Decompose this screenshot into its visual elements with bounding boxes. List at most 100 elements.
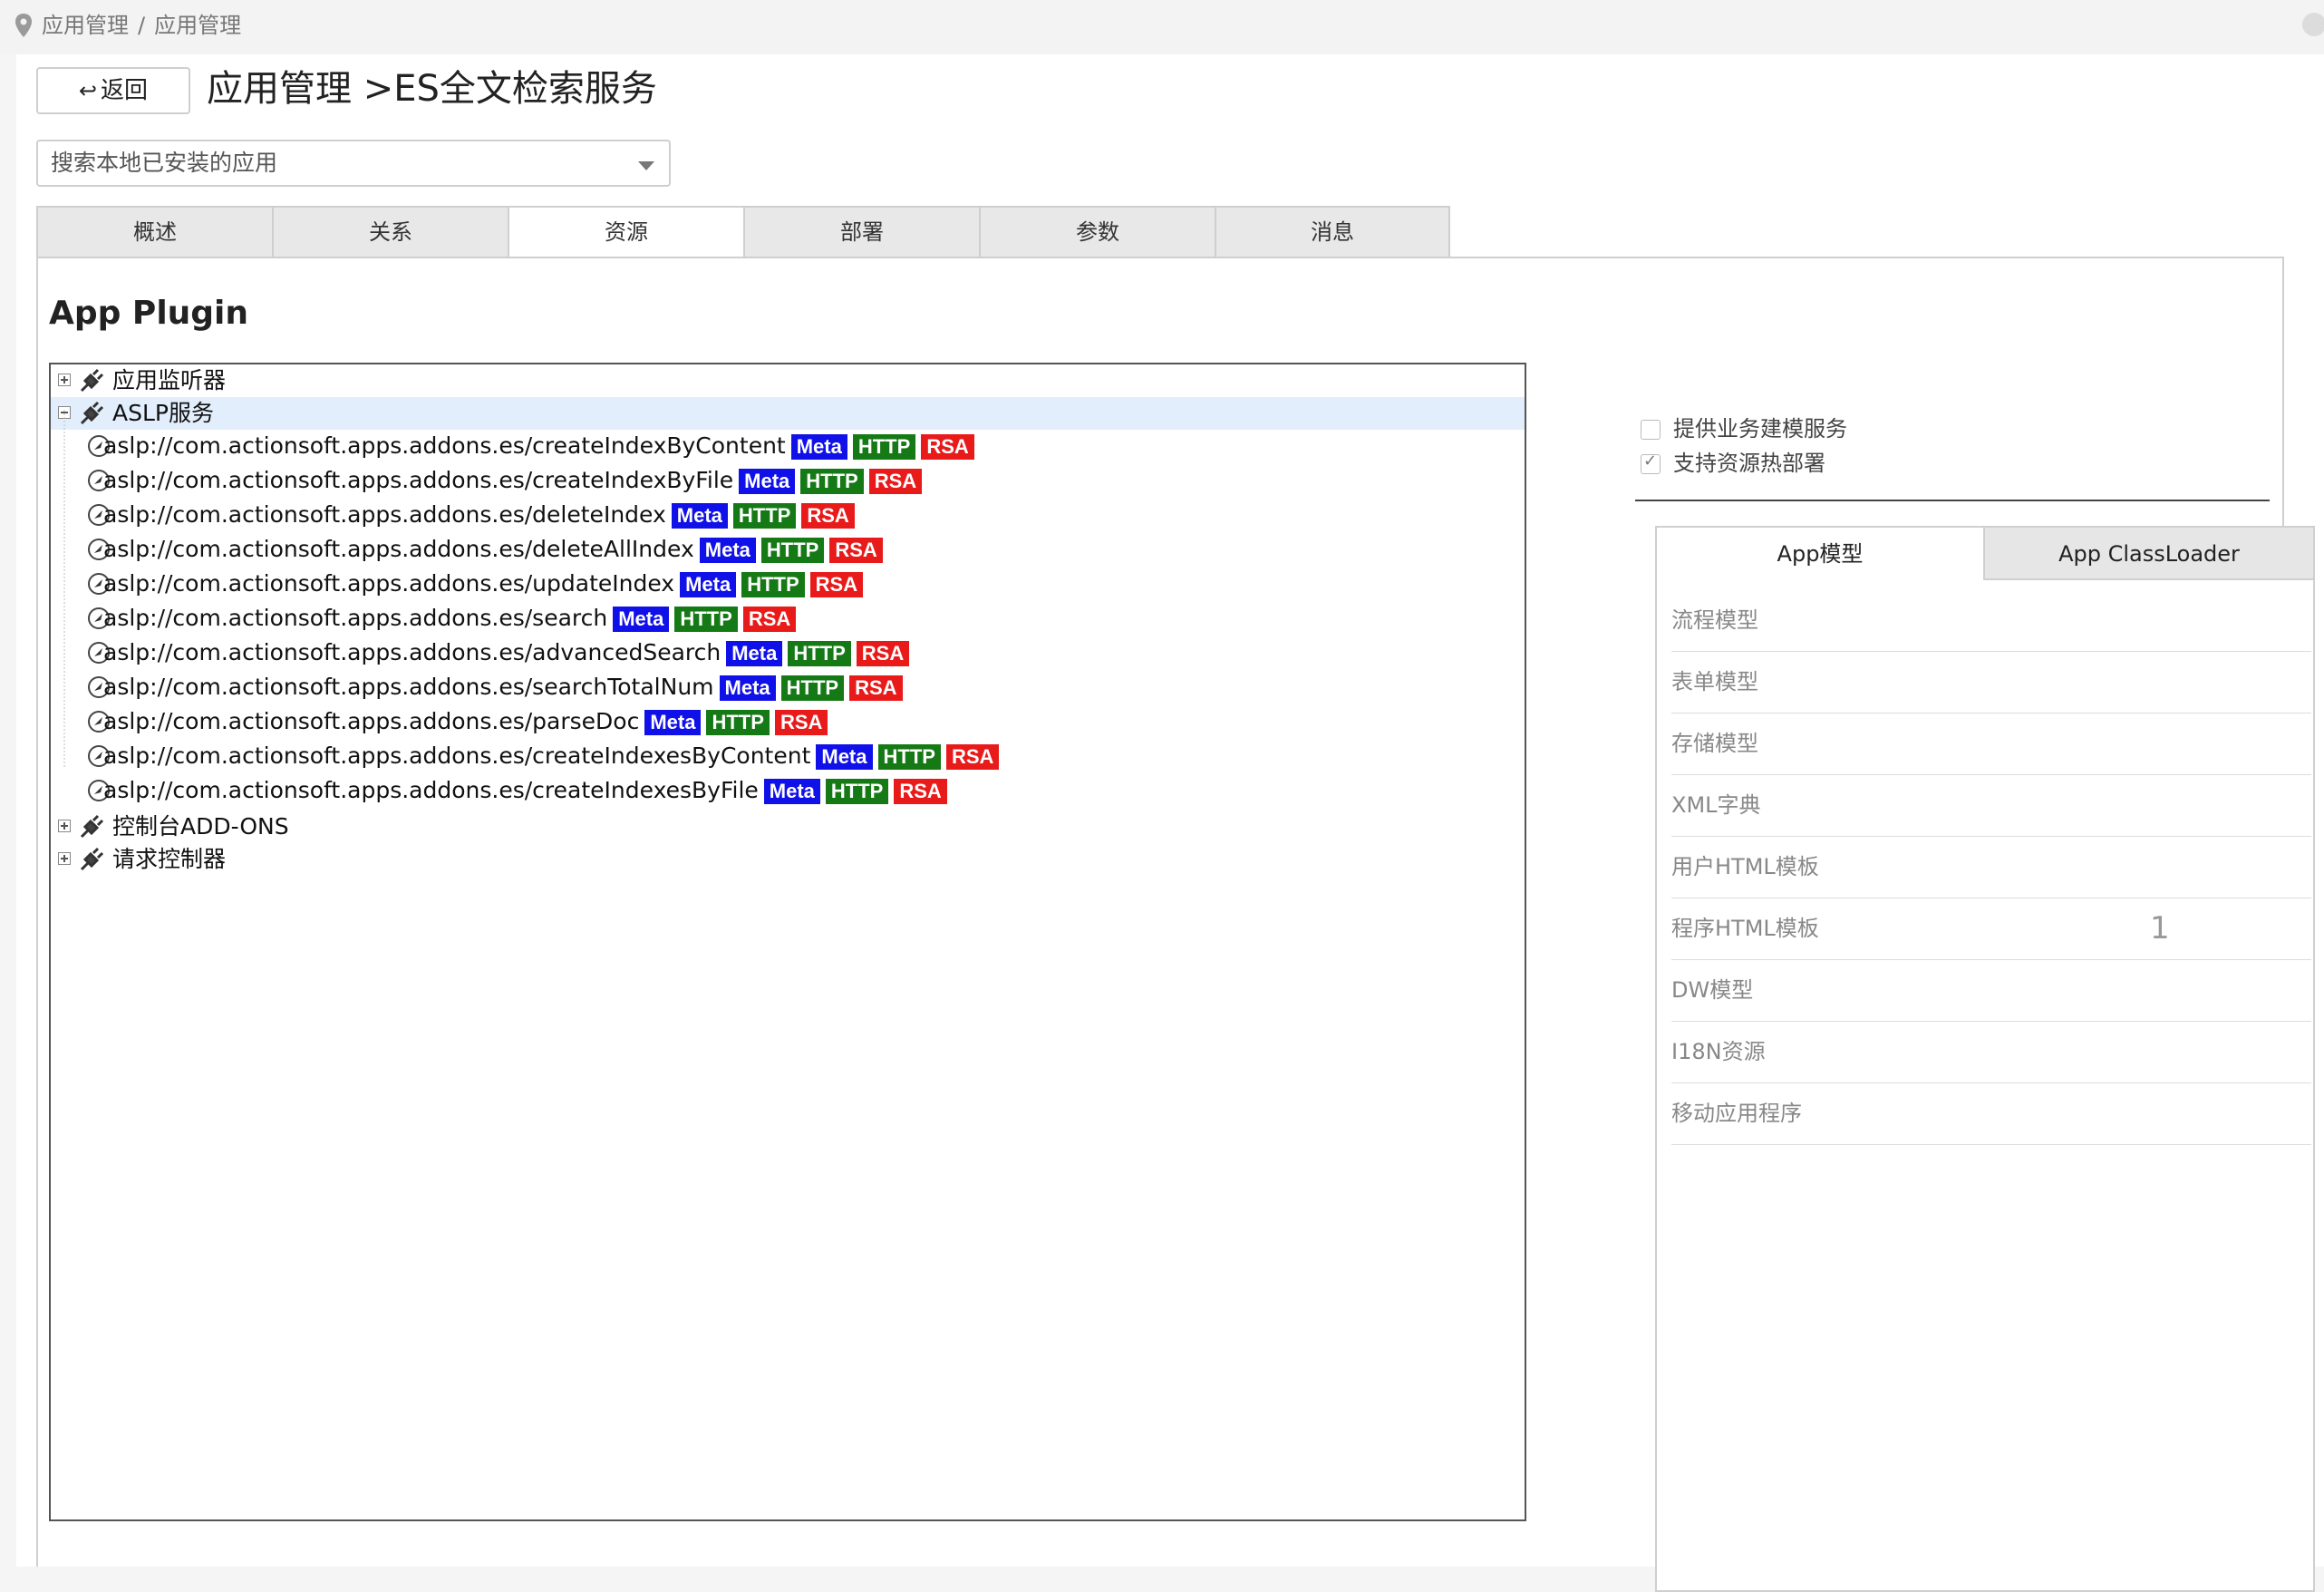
model-row[interactable]: I18N资源 [1671, 1021, 2311, 1083]
tab-app-model[interactable]: App模型 [1657, 528, 1985, 580]
close-icon[interactable] [2302, 13, 2324, 36]
service-badges: Meta HTTP RSA [726, 636, 915, 669]
model-row-label: 移动应用程序 [1671, 1101, 1802, 1126]
tab-messages[interactable]: 消息 [1215, 206, 1450, 258]
return-arrow-icon: ↩ [78, 78, 98, 103]
breadcrumb-bar: 应用管理 / 应用管理 [0, 0, 2324, 54]
model-row-label: 表单模型 [1671, 669, 1758, 694]
model-row[interactable]: 表单模型 [1671, 651, 2311, 713]
service-url: aslp://com.actionsoft.apps.addons.es/cre… [103, 774, 953, 807]
model-row-count: 1 [2150, 910, 2170, 946]
chevron-down-icon [638, 161, 654, 170]
service-url: aslp://com.actionsoft.apps.addons.es/cre… [103, 740, 1004, 772]
divider [1635, 500, 2270, 501]
tree-node-console-addons[interactable]: 控制台ADD-ONS [51, 811, 595, 843]
expand-icon[interactable] [58, 820, 71, 832]
model-row-label: I18N资源 [1671, 1039, 1766, 1064]
option-modeling-service[interactable]: 提供业务建模服务 [1641, 411, 1847, 442]
tree-node-label: 请求控制器 [112, 846, 227, 872]
option-hot-deploy[interactable]: 支持资源热部署 [1641, 445, 1825, 477]
tree-node-request-controller[interactable]: 请求控制器 [51, 843, 595, 876]
search-placeholder: 搜索本地已安装的应用 [51, 150, 278, 176]
tab-bar: 概述 关系 资源 部署 参数 消息 [36, 206, 1450, 258]
service-badges: Meta HTTP RSA [763, 774, 953, 807]
option-label: 提供业务建模服务 [1673, 416, 1847, 442]
service-badges: Meta HTTP RSA [644, 705, 833, 738]
http-badge: HTTP [852, 434, 916, 460]
page-title: 应用管理 >ES全文检索服务 [207, 68, 657, 110]
http-badge: HTTP [825, 779, 889, 804]
service-badges: Meta HTTP RSA [719, 671, 908, 704]
model-row[interactable]: 存储模型 [1671, 713, 2311, 775]
model-row-label: DW模型 [1671, 977, 1754, 1003]
tab-overview[interactable]: 概述 [36, 206, 272, 258]
tab-params[interactable]: 参数 [979, 206, 1215, 258]
model-row[interactable]: XML字典 [1671, 774, 2311, 837]
meta-badge: Meta [671, 503, 728, 529]
location-pin-icon [15, 14, 32, 37]
tree-node-listener[interactable]: 应用监听器 [51, 364, 595, 397]
model-row[interactable]: 程序HTML模板 1 [1671, 898, 2311, 960]
model-row-label: XML字典 [1671, 792, 1761, 818]
plugin-tree[interactable]: 应用监听器 ASLP服务 aslp://com.actionsoft.apps.… [49, 363, 1526, 1521]
tree-node-label: ASLP服务 [112, 400, 214, 426]
main-content: ↩ 返回 应用管理 >ES全文检索服务 搜索本地已安装的应用 概述 关系 资源 部… [16, 54, 2324, 1592]
tab-resources[interactable]: 资源 [508, 206, 743, 258]
meta-badge: Meta [763, 779, 820, 804]
back-button[interactable]: ↩ 返回 [36, 67, 190, 114]
http-badge: HTTP [706, 710, 770, 735]
rsa-badge: RSA [774, 710, 828, 735]
tree-node-label: 控制台ADD-ONS [112, 813, 289, 840]
meta-badge: Meta [790, 434, 847, 460]
tree-node-aslp[interactable]: ASLP服务 [51, 397, 1525, 430]
meta-badge: Meta [816, 744, 873, 770]
http-badge: HTTP [741, 572, 805, 597]
rsa-badge: RSA [856, 641, 910, 666]
http-badge: HTTP [788, 641, 851, 666]
rsa-badge: RSA [809, 572, 864, 597]
meta-badge: Meta [644, 710, 702, 735]
rsa-badge: RSA [868, 469, 923, 494]
plug-icon [80, 847, 104, 871]
http-badge: HTTP [877, 744, 941, 770]
http-badge: HTTP [780, 675, 845, 701]
breadcrumb-separator: / [138, 13, 146, 38]
meta-badge: Meta [726, 641, 783, 666]
tab-app-classloader[interactable]: App ClassLoader [1985, 528, 2313, 580]
tree-node-label: 应用监听器 [112, 367, 227, 393]
rsa-badge: RSA [742, 607, 797, 632]
service-badges: Meta HTTP RSA [671, 499, 860, 531]
meta-badge: Meta [613, 607, 670, 632]
meta-badge: Meta [739, 469, 796, 494]
option-label: 支持资源热部署 [1673, 451, 1825, 476]
plug-icon [80, 814, 104, 839]
breadcrumb-item: 应用管理 [154, 13, 242, 38]
rsa-badge: RSA [829, 538, 883, 563]
model-row[interactable]: 流程模型 [1671, 589, 2311, 652]
service-url: aslp://com.actionsoft.apps.addons.es/del… [103, 533, 888, 566]
http-badge: HTTP [674, 607, 738, 632]
model-row-label: 用户HTML模板 [1671, 854, 1819, 879]
expand-icon[interactable] [58, 852, 71, 865]
model-row[interactable]: 移动应用程序 [1671, 1082, 2311, 1145]
breadcrumb-item[interactable]: 应用管理 [42, 13, 129, 38]
app-search-select[interactable]: 搜索本地已安装的应用 [36, 140, 671, 187]
service-badges: Meta HTTP RSA [739, 464, 927, 497]
http-badge: HTTP [760, 538, 825, 563]
tab-deploy[interactable]: 部署 [743, 206, 979, 258]
http-badge: HTTP [732, 503, 797, 529]
checkbox[interactable] [1641, 420, 1661, 440]
rsa-badge: RSA [849, 675, 903, 701]
service-url: aslp://com.actionsoft.apps.addons.es/cre… [103, 430, 980, 462]
rsa-badge: RSA [945, 744, 1000, 770]
tab-relations[interactable]: 关系 [272, 206, 508, 258]
model-panel: App模型 App ClassLoader 流程模型表单模型存储模型 XML字典用… [1655, 526, 2315, 1592]
meta-badge: Meta [719, 675, 776, 701]
service-url: aslp://com.actionsoft.apps.addons.es/cre… [103, 464, 927, 497]
model-row[interactable]: DW模型 [1671, 959, 2311, 1022]
rsa-badge: RSA [921, 434, 974, 460]
service-url: aslp://com.actionsoft.apps.addons.es/adv… [103, 636, 915, 669]
service-url: aslp://com.actionsoft.apps.addons.es/del… [103, 499, 860, 531]
model-row[interactable]: 用户HTML模板 [1671, 836, 2311, 898]
checkbox[interactable] [1641, 451, 1661, 474]
